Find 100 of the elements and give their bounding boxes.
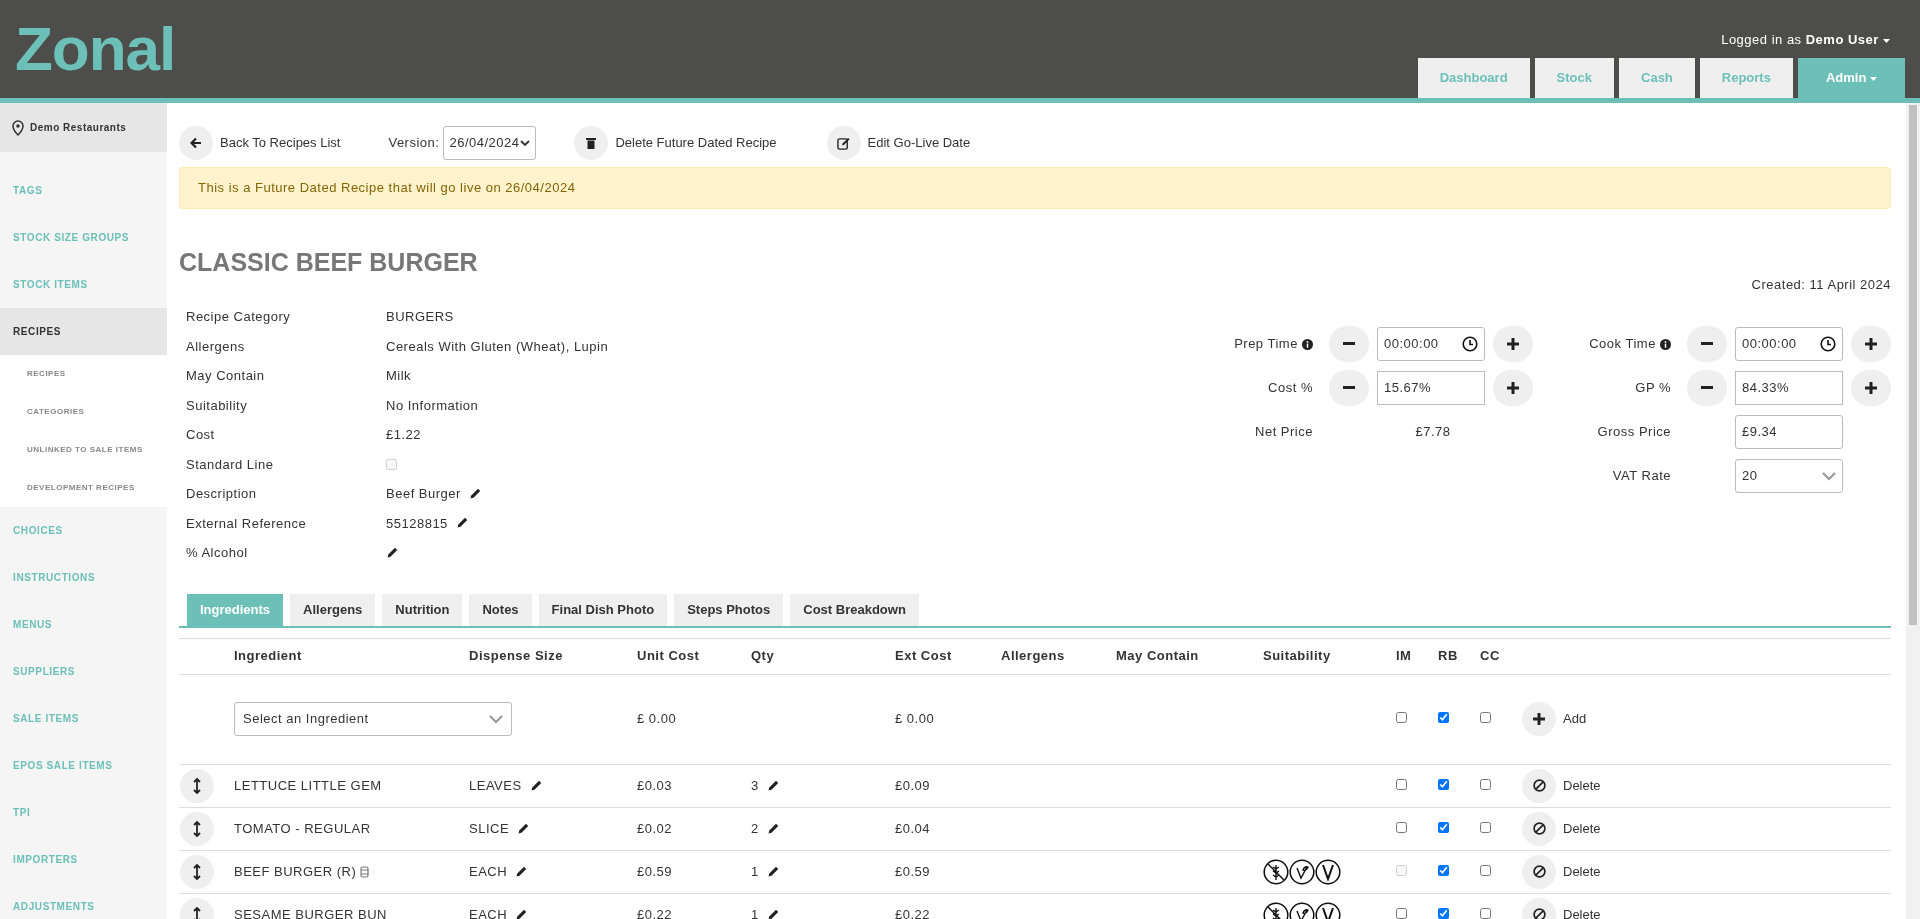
plus-icon (1865, 338, 1877, 350)
chevron-down-icon (489, 714, 503, 724)
field-label: Recipe Category (186, 309, 291, 324)
checkbox[interactable] (1480, 864, 1491, 876)
pencil-icon[interactable] (517, 823, 530, 836)
field-label: Description (186, 486, 257, 501)
ingredient-select[interactable]: Select an Ingredient (234, 702, 512, 736)
edit-date-button[interactable]: Edit Go-Live Date (826, 126, 971, 160)
no-wheat-icon (1263, 858, 1289, 885)
version-select[interactable]: 26/04/2024 (443, 126, 537, 160)
delete-button[interactable]: Delete (1522, 768, 1601, 803)
table-cell: £0.02 (637, 820, 673, 836)
tab[interactable]: Final Dish Photo (538, 593, 668, 626)
warning-banner: This is a Future Dated Recipe that will go live on 26/04/2024 (179, 167, 1891, 209)
tab[interactable]: Cost Breakdown (790, 593, 919, 626)
percent-input[interactable]: 15.67% (1377, 371, 1485, 405)
caret-icon (1883, 38, 1890, 43)
field-label: External Reference (186, 515, 307, 531)
field-value: 55128815 (386, 514, 448, 533)
decrease-button[interactable] (1687, 326, 1727, 362)
checkbox[interactable] (1480, 778, 1491, 790)
tab[interactable]: Notes (469, 593, 532, 626)
checkbox[interactable] (1396, 712, 1407, 724)
sidebar-subitem[interactable]: RECIPES (0, 355, 167, 393)
created-date: Created: 11 April 2024 (1751, 275, 1891, 294)
checkbox[interactable] (1480, 712, 1491, 724)
field-label: May Contain (186, 368, 265, 383)
checkbox[interactable] (1438, 907, 1449, 919)
location-selector[interactable]: Demo Restaurants (0, 103, 167, 152)
delete-recipe-button[interactable]: Delete Future Dated Recipe (574, 126, 777, 160)
jar-icon (360, 865, 370, 878)
table-cell: £0.04 (895, 820, 931, 836)
plus-icon (1507, 338, 1519, 350)
pencil-icon[interactable] (515, 866, 528, 879)
back-button[interactable]: Back To Recipes List (179, 126, 341, 160)
delete-button[interactable]: Delete (1522, 897, 1601, 919)
tab[interactable]: Steps Photos (674, 593, 784, 626)
column-header: IM (1396, 648, 1412, 664)
reorder-handle[interactable] (180, 854, 214, 889)
pencil-icon[interactable] (529, 780, 542, 793)
table-cell: £0.09 (895, 777, 931, 793)
field-label: % Alcohol (186, 545, 248, 560)
logged-in-user[interactable]: Logged in as Demo User (1721, 0, 1905, 50)
reorder-handle[interactable] (180, 811, 214, 846)
minus-icon (1701, 342, 1713, 346)
pencil-icon[interactable] (766, 780, 779, 793)
percent-input[interactable]: 84.33% (1735, 371, 1843, 405)
sidebar-item[interactable]: RECIPES (0, 308, 167, 355)
increase-button[interactable] (1851, 326, 1891, 362)
column-header: Unit Cost (637, 648, 700, 664)
checkbox[interactable] (1438, 821, 1449, 833)
field-value: £1.22 (386, 426, 422, 444)
checkbox[interactable] (1438, 864, 1449, 876)
vat-select[interactable]: 20 (1735, 459, 1843, 493)
decrease-button[interactable] (1329, 326, 1369, 362)
checkbox[interactable] (1396, 907, 1407, 919)
delete-button[interactable]: Delete (1522, 854, 1601, 889)
tab[interactable]: Allergens (290, 593, 376, 626)
table-cell: SLICE (469, 820, 510, 836)
checkbox[interactable] (1396, 778, 1407, 790)
decrease-button[interactable] (1329, 370, 1369, 406)
checkbox[interactable] (1438, 778, 1449, 790)
pencil-icon[interactable] (455, 517, 468, 530)
pencil-icon[interactable] (766, 823, 779, 836)
pencil-icon[interactable] (766, 866, 779, 879)
column-header: Ext Cost (895, 648, 952, 664)
location-pin-icon (12, 119, 24, 136)
pencil-icon[interactable] (766, 909, 779, 919)
increase-button[interactable] (1493, 370, 1533, 406)
checkbox[interactable] (1480, 821, 1491, 833)
increase-button[interactable] (1851, 370, 1891, 406)
tab[interactable]: Nutrition (382, 593, 463, 626)
table-cell: £0.59 (895, 863, 931, 879)
ban-icon (1532, 865, 1546, 878)
pencil-icon[interactable] (468, 487, 481, 500)
net-price: £7.78 (1415, 424, 1451, 440)
sidebar-subitem[interactable]: UNLINKED TO SALE ITEMS (0, 431, 167, 469)
reorder-handle[interactable] (180, 768, 214, 803)
minus-icon (1343, 342, 1355, 346)
increase-button[interactable] (1493, 326, 1533, 362)
column-header: CC (1480, 648, 1500, 664)
delete-button[interactable]: Delete (1522, 811, 1601, 846)
clock-icon (1820, 336, 1836, 352)
checkbox[interactable] (1480, 907, 1491, 919)
pencil-icon[interactable] (515, 909, 528, 919)
pencil-icon[interactable] (386, 546, 398, 559)
decrease-button[interactable] (1687, 370, 1727, 406)
field-label: GP % (1635, 380, 1671, 396)
column-header: Ingredient (234, 648, 302, 664)
time-input[interactable]: 00:00:00 (1735, 327, 1843, 361)
table-cell: £ 0.00 (637, 711, 677, 727)
sidebar-subitem[interactable]: CATEGORIES (0, 393, 167, 431)
checkbox[interactable] (1438, 712, 1449, 724)
sidebar-subitem[interactable]: DEVELOPMENT RECIPES (0, 469, 167, 507)
column-header: Qty (751, 648, 775, 664)
scrollbar[interactable] (1906, 103, 1920, 919)
price-input[interactable]: £9.34 (1735, 415, 1843, 449)
checkbox[interactable] (1396, 821, 1407, 833)
column-header: Dispense Size (469, 648, 563, 664)
time-input[interactable]: 00:00:00 (1377, 327, 1485, 361)
